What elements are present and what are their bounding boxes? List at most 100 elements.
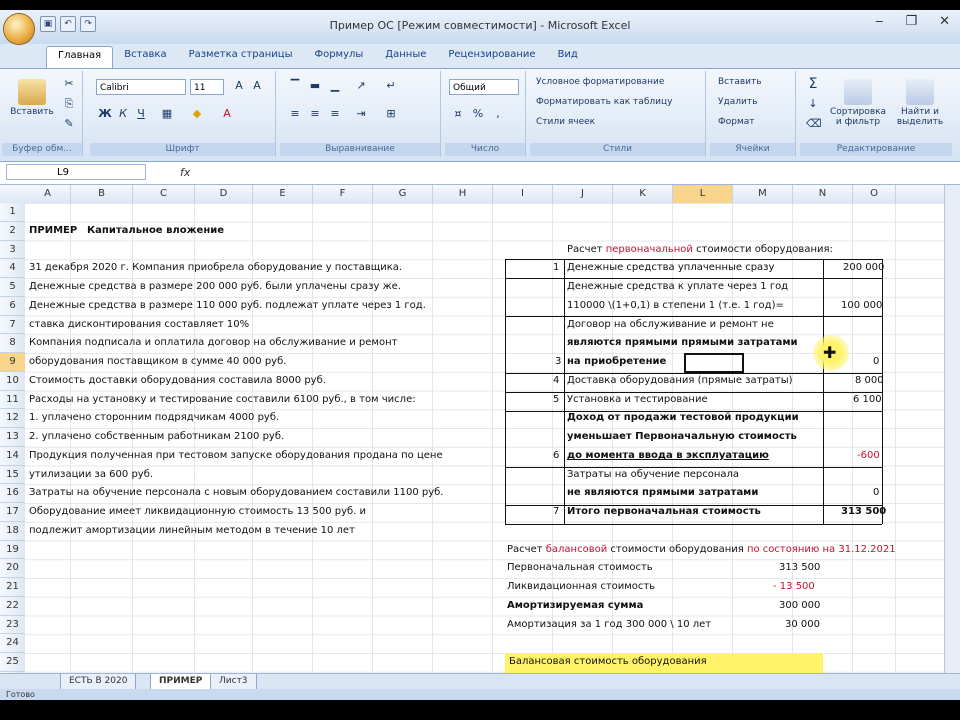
row-header-11[interactable]: 11	[0, 391, 25, 410]
grow-font-icon[interactable]: A	[232, 79, 246, 93]
close-button[interactable]: ✕	[939, 14, 950, 29]
row-header-9[interactable]: 9	[0, 353, 25, 372]
row-header-4[interactable]: 4	[0, 259, 25, 278]
minimize-button[interactable]: ‒	[875, 14, 883, 29]
orientation-icon[interactable]: ↗	[354, 79, 368, 93]
column-header-a[interactable]: A	[25, 185, 71, 203]
column-header-l[interactable]: L	[673, 185, 733, 203]
tab-home[interactable]: Главная	[46, 46, 114, 68]
merge-cells-icon[interactable]: ⊞	[384, 107, 398, 121]
row-header-5[interactable]: 5	[0, 278, 25, 297]
currency-icon[interactable]: ¤	[451, 107, 465, 121]
number-format-select[interactable]: Общий	[449, 79, 519, 95]
row-header-2[interactable]: 2	[0, 222, 25, 241]
cut-icon[interactable]: ✂	[62, 77, 76, 91]
column-header-g[interactable]: G	[373, 185, 433, 203]
find-select-button[interactable]: Найти и выделить	[892, 79, 948, 127]
column-header-f[interactable]: F	[313, 185, 373, 203]
row-header-10[interactable]: 10	[0, 372, 25, 391]
sort-filter-label: Сортировка и фильтр	[830, 107, 887, 127]
bold-icon[interactable]: Ж	[98, 107, 112, 121]
column-header-m[interactable]: M	[733, 185, 793, 203]
paste-button[interactable]: Вставить	[10, 79, 54, 117]
calc1-v9: 313 500	[841, 506, 887, 517]
column-header-c[interactable]: C	[133, 185, 195, 203]
row-header-14[interactable]: 14	[0, 447, 25, 466]
sheet-tab-example[interactable]: ПРИМЕР	[150, 674, 212, 690]
align-center-icon[interactable]: ≡	[308, 107, 322, 121]
row-header-13[interactable]: 13	[0, 428, 25, 447]
column-header-j[interactable]: J	[553, 185, 613, 203]
row-header-3[interactable]: 3	[0, 241, 25, 260]
align-top-icon[interactable]: ▔	[288, 79, 302, 93]
sheet-tab-1[interactable]: ЕСТЬ В 2020	[60, 674, 137, 690]
row-header-18[interactable]: 18	[0, 522, 25, 541]
column-header-i[interactable]: I	[493, 185, 553, 203]
align-left-icon[interactable]: ≡	[288, 107, 302, 121]
shrink-font-icon[interactable]: A	[250, 79, 264, 93]
conditional-formatting-button[interactable]: Условное форматирование	[536, 77, 664, 87]
vertical-scrollbar[interactable]	[944, 185, 960, 673]
selected-cell[interactable]	[684, 353, 744, 373]
row-header-20[interactable]: 20	[0, 559, 25, 578]
insert-cells-button[interactable]: Вставить	[718, 77, 762, 87]
sheet-tab-3[interactable]: Лист3	[210, 674, 257, 690]
tab-review[interactable]: Рецензирование	[437, 46, 546, 68]
fx-icon[interactable]: fx	[180, 166, 190, 179]
row-header-17[interactable]: 17	[0, 503, 25, 522]
column-header-o[interactable]: O	[853, 185, 896, 203]
thousands-icon[interactable]: ,	[491, 107, 505, 121]
autosum-icon[interactable]: Σ	[806, 77, 820, 91]
underline-icon[interactable]: Ч	[134, 107, 148, 121]
row-header-1[interactable]: 1	[0, 203, 25, 222]
fill-color-icon[interactable]: ◆	[190, 107, 204, 121]
row-header-6[interactable]: 6	[0, 297, 25, 316]
percent-icon[interactable]: %	[471, 107, 485, 121]
restore-button[interactable]: ❐	[905, 14, 917, 29]
column-header-h[interactable]: H	[433, 185, 493, 203]
row-header-16[interactable]: 16	[0, 484, 25, 503]
row-header-23[interactable]: 23	[0, 616, 25, 635]
borders-icon[interactable]: ▦	[160, 107, 174, 121]
row-header-8[interactable]: 8	[0, 334, 25, 353]
font-color-icon[interactable]: A	[220, 107, 234, 121]
column-header-d[interactable]: D	[195, 185, 253, 203]
row-header-19[interactable]: 19	[0, 541, 25, 560]
delete-cells-button[interactable]: Удалить	[718, 97, 757, 107]
row-header-21[interactable]: 21	[0, 578, 25, 597]
column-header-k[interactable]: K	[613, 185, 673, 203]
column-header-b[interactable]: B	[71, 185, 133, 203]
cell-styles-button[interactable]: Стили ячеек	[536, 117, 595, 127]
sort-filter-button[interactable]: Сортировка и фильтр	[830, 79, 886, 127]
format-as-table-button[interactable]: Форматировать как таблицу	[536, 97, 672, 107]
italic-icon[interactable]: К	[116, 107, 130, 121]
indent-icon[interactable]: ⇥	[354, 107, 368, 121]
tab-formulas[interactable]: Формулы	[303, 46, 374, 68]
column-header-n[interactable]: N	[793, 185, 853, 203]
align-middle-icon[interactable]: ▬	[308, 79, 322, 93]
clear-icon[interactable]: ⌫	[806, 117, 822, 131]
row-header-24[interactable]: 24	[0, 634, 25, 653]
row-header-25[interactable]: 25	[0, 653, 25, 672]
align-right-icon[interactable]: ≡	[328, 107, 342, 121]
format-painter-icon[interactable]: ✎	[62, 117, 76, 131]
clipboard-group: Вставить ✂ ⎘ ✎ Буфер обм...	[2, 71, 83, 157]
font-name-select[interactable]: Calibri	[96, 79, 186, 95]
tab-page-layout[interactable]: Разметка страницы	[178, 46, 304, 68]
copy-icon[interactable]: ⎘	[62, 97, 76, 111]
row-header-15[interactable]: 15	[0, 466, 25, 485]
column-header-e[interactable]: E	[253, 185, 313, 203]
name-box[interactable]: L9	[6, 164, 146, 180]
wrap-text-icon[interactable]: ↵	[384, 79, 398, 93]
align-bottom-icon[interactable]: ▁	[328, 79, 342, 93]
tab-insert[interactable]: Вставка	[113, 46, 177, 68]
tab-data[interactable]: Данные	[374, 46, 437, 68]
row-header-22[interactable]: 22	[0, 597, 25, 616]
fill-icon[interactable]: ↓	[806, 97, 820, 111]
tab-view[interactable]: Вид	[547, 46, 589, 68]
format-cells-button[interactable]: Формат	[718, 117, 755, 127]
row-header-7[interactable]: 7	[0, 316, 25, 335]
font-size-select[interactable]: 11	[190, 79, 224, 95]
worksheet-grid[interactable]: ПРИМЕР Капитальное вложение 31 декабря 2…	[25, 203, 945, 673]
row-header-12[interactable]: 12	[0, 409, 25, 428]
